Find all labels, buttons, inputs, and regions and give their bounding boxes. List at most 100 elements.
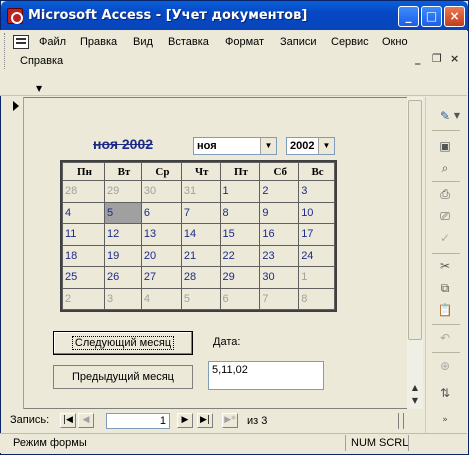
minimize-button[interactable]: _	[398, 6, 419, 27]
search-icon[interactable]: ⌕	[436, 160, 454, 176]
menu-window[interactable]: Окно	[382, 36, 408, 48]
calendar-day[interactable]: 9	[259, 201, 300, 224]
calendar-day[interactable]: 2	[62, 287, 105, 310]
calendar-day[interactable]: 31	[180, 180, 221, 203]
menu-file[interactable]: Файл	[39, 36, 66, 48]
status-divider	[408, 435, 409, 451]
calendar-day[interactable]: 10	[298, 201, 335, 224]
calendar-day[interactable]: 11	[62, 223, 105, 246]
calendar-day[interactable]: 1	[298, 266, 335, 289]
calendar-day[interactable]: 27	[140, 266, 182, 289]
save-icon[interactable]: ▣	[436, 138, 454, 154]
menu-tools[interactable]: Сервис	[331, 36, 369, 48]
calendar-day[interactable]: 12	[103, 223, 142, 246]
menu-records[interactable]: Записи	[280, 36, 317, 48]
last-record-button[interactable]: ▶|	[197, 413, 213, 428]
mdi-close-button[interactable]: ×	[450, 52, 459, 65]
calendar-day[interactable]: 6	[140, 201, 182, 224]
prev-month-button[interactable]: Предыдущий месяц	[53, 365, 193, 389]
next-record-button[interactable]: ▶	[177, 413, 193, 428]
scrollbar-splitter[interactable]	[398, 413, 404, 429]
print-preview-icon[interactable]: ⎚	[436, 208, 454, 224]
undo-icon[interactable]: ↶	[436, 330, 454, 346]
form-window-icon[interactable]	[13, 35, 29, 49]
calendar-day[interactable]: 19	[103, 244, 142, 267]
calendar-day[interactable]: 26	[103, 266, 142, 289]
calendar-day[interactable]: 18	[62, 244, 105, 267]
menubar-grip[interactable]	[4, 33, 7, 69]
calendar-day[interactable]: 25	[62, 266, 105, 289]
scroll-thumb[interactable]	[408, 100, 422, 340]
date-field[interactable]: 5,11,02	[208, 361, 324, 390]
chevron-down-icon[interactable]: ▼	[260, 138, 276, 154]
first-record-button[interactable]: |◀	[60, 413, 76, 428]
calendar-day[interactable]: 15	[219, 223, 261, 246]
month-select-value: ноя	[197, 140, 217, 152]
vertical-scrollbar[interactable]: ▲ ▼	[407, 97, 423, 409]
calendar-day[interactable]: 4	[62, 201, 105, 224]
calendar-day[interactable]: 30	[259, 266, 300, 289]
print-icon[interactable]: ⎙	[436, 186, 454, 202]
date-label: Дата:	[213, 336, 241, 348]
mdi-minimize-button[interactable]: _	[415, 52, 421, 65]
access-app-icon[interactable]	[7, 8, 23, 24]
next-month-button[interactable]: Следующий месяц	[53, 331, 193, 355]
record-selector[interactable]	[8, 97, 24, 409]
record-number-input[interactable]: 1	[106, 413, 170, 429]
calendar-day[interactable]: 13	[140, 223, 182, 246]
calendar-day[interactable]: 22	[219, 244, 261, 267]
calendar-day[interactable]: 1	[219, 180, 261, 203]
year-select[interactable]: 2002 ▼	[286, 137, 335, 155]
chevron-down-icon[interactable]: ▼	[318, 138, 334, 154]
menu-edit[interactable]: Правка	[80, 36, 117, 48]
calendar-day-selected[interactable]: 5	[103, 201, 142, 224]
cut-icon[interactable]: ✂	[436, 258, 454, 274]
menu-insert[interactable]: Вставка	[168, 36, 209, 48]
hyperlink-icon[interactable]: ⊕	[436, 358, 454, 374]
calendar-day[interactable]: 7	[259, 287, 300, 310]
calendar-day[interactable]: 21	[180, 244, 221, 267]
calendar-day[interactable]: 29	[219, 266, 261, 289]
calendar-day[interactable]: 4	[140, 287, 182, 310]
close-button[interactable]: ×	[444, 6, 465, 27]
menu-help[interactable]: Справка	[20, 55, 63, 67]
calendar-grid[interactable]: Пн Вт Ср Чт Пт Сб Вс 28 29 30 31 1 2 3 4…	[60, 160, 337, 312]
calendar-day[interactable]: 29	[103, 180, 142, 203]
horizontal-scrollbar[interactable]	[273, 412, 407, 430]
calendar-day[interactable]: 3	[298, 180, 335, 203]
calendar-day[interactable]: 17	[298, 223, 335, 246]
scroll-up-arrow-icon[interactable]: ▲	[408, 381, 422, 395]
month-select[interactable]: ноя ▼	[193, 137, 277, 155]
menu-view[interactable]: Вид	[133, 36, 153, 48]
new-record-button[interactable]: ▶*	[222, 413, 238, 428]
calendar-day[interactable]: 24	[298, 244, 335, 267]
prev-record-button[interactable]: ◀	[78, 413, 94, 428]
spelling-icon[interactable]: ✓	[436, 230, 454, 246]
calendar-day[interactable]: 8	[219, 201, 261, 224]
calendar-day[interactable]: 8	[298, 287, 335, 310]
calendar-day[interactable]: 20	[140, 244, 182, 267]
toolbar-options-icon[interactable]: ▼	[36, 84, 42, 93]
calendar-week-row: 28 29 30 31 1 2 3	[62, 180, 335, 203]
calendar-day[interactable]: 28	[62, 180, 105, 203]
calendar-day[interactable]: 16	[259, 223, 300, 246]
title-bar[interactable]: Microsoft Access - [Учет документов] _ □…	[1, 1, 468, 31]
calendar-day[interactable]: 14	[180, 223, 221, 246]
menu-format[interactable]: Формат	[225, 36, 264, 48]
copy-icon[interactable]: ⧉	[436, 280, 454, 296]
calendar-day[interactable]: 3	[103, 287, 142, 310]
calendar-day[interactable]: 7	[180, 201, 221, 224]
scroll-down-arrow-icon[interactable]: ▼	[408, 394, 422, 408]
calendar-day[interactable]: 5	[180, 287, 221, 310]
chevron-down-icon[interactable]: ▼	[452, 108, 462, 124]
toolbar-more-icon[interactable]: »	[436, 412, 454, 428]
calendar-day[interactable]: 28	[180, 266, 221, 289]
mdi-restore-button[interactable]: ❐	[432, 52, 442, 65]
maximize-button[interactable]: □	[421, 6, 442, 27]
calendar-day[interactable]: 6	[219, 287, 261, 310]
paste-icon[interactable]: 📋	[436, 302, 454, 318]
sort-ascending-icon[interactable]: ⇅	[436, 385, 454, 401]
calendar-day[interactable]: 23	[259, 244, 300, 267]
calendar-day[interactable]: 30	[140, 180, 182, 203]
calendar-day[interactable]: 2	[259, 180, 300, 203]
